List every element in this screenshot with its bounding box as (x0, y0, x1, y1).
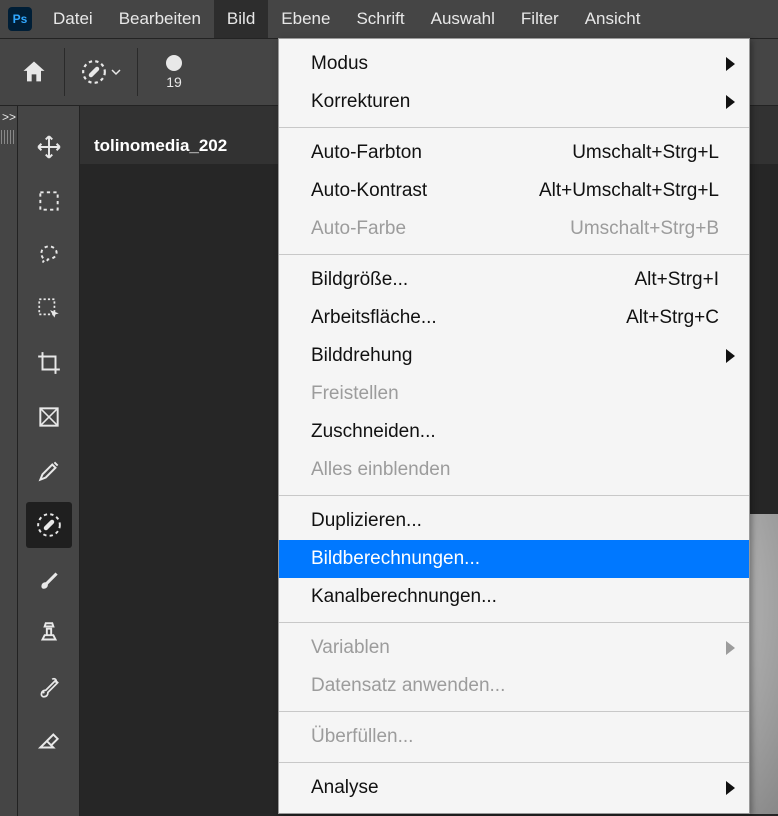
chevron-down-icon (111, 67, 121, 77)
menu-auswahl[interactable]: Auswahl (418, 0, 508, 38)
healing-brush-icon (81, 59, 107, 85)
menu-auto-kontrast[interactable]: Auto-KontrastAlt+Umschalt+Strg+L (279, 172, 749, 210)
brush-size-value: 19 (166, 74, 182, 90)
tool-palette (18, 106, 80, 816)
menu-analyse[interactable]: Analyse (279, 769, 749, 807)
separator (64, 48, 65, 96)
menu-zuschneiden[interactable]: Zuschneiden... (279, 413, 749, 451)
brush-preview-icon (166, 55, 182, 71)
document-tab-bar: tolinomedia_202 (80, 126, 241, 164)
expand-panels[interactable]: >> (0, 106, 17, 128)
menu-schrift[interactable]: Schrift (343, 0, 417, 38)
brush-tool[interactable] (26, 556, 72, 602)
menu-modus[interactable]: Modus (279, 45, 749, 83)
menu-korrekturen[interactable]: Korrekturen (279, 83, 749, 121)
menu-auto-farbe: Auto-FarbeUmschalt+Strg+B (279, 210, 749, 248)
bild-menu-dropdown: Modus Korrekturen Auto-FarbtonUmschalt+S… (278, 38, 750, 814)
document-tab[interactable]: tolinomedia_202 (80, 128, 241, 164)
app-logo: Ps (0, 0, 40, 38)
menu-freistellen: Freistellen (279, 375, 749, 413)
menu-alles-einblenden: Alles einblenden (279, 451, 749, 489)
clone-stamp-tool[interactable] (26, 610, 72, 656)
menu-duplizieren[interactable]: Duplizieren... (279, 502, 749, 540)
home-icon (20, 58, 48, 86)
crop-tool[interactable] (26, 340, 72, 386)
menu-bild[interactable]: Bild (214, 0, 268, 38)
eraser-tool[interactable] (26, 718, 72, 764)
healing-brush-tool[interactable] (26, 502, 72, 548)
menu-bildgroesse[interactable]: Bildgröße...Alt+Strg+I (279, 261, 749, 299)
marquee-tool[interactable] (26, 178, 72, 224)
menu-arbeitsflaeche[interactable]: Arbeitsfläche...Alt+Strg+C (279, 299, 749, 337)
menu-bilddrehung[interactable]: Bilddrehung (279, 337, 749, 375)
history-brush-tool[interactable] (26, 664, 72, 710)
lasso-tool[interactable] (26, 232, 72, 278)
separator (137, 48, 138, 96)
menu-bildberechnungen[interactable]: Bildberechnungen... (279, 540, 749, 578)
menu-filter[interactable]: Filter (508, 0, 572, 38)
menu-auto-farbton[interactable]: Auto-FarbtonUmschalt+Strg+L (279, 134, 749, 172)
menu-variablen: Variablen (279, 629, 749, 667)
brush-size-picker[interactable]: 19 (166, 55, 182, 90)
ruler-ticks (1, 130, 16, 144)
logo-badge: Ps (8, 7, 32, 31)
menu-ueberfuellen: Überfüllen... (279, 718, 749, 756)
menu-datensatz-anwenden: Datensatz anwenden... (279, 667, 749, 705)
object-select-tool[interactable] (26, 286, 72, 332)
menu-ansicht[interactable]: Ansicht (572, 0, 654, 38)
menu-kanalberechnungen[interactable]: Kanalberechnungen... (279, 578, 749, 616)
move-tool[interactable] (26, 124, 72, 170)
frame-tool[interactable] (26, 394, 72, 440)
tool-preset-picker[interactable] (71, 50, 131, 94)
menubar: Ps Datei Bearbeiten Bild Ebene Schrift A… (0, 0, 778, 38)
menu-datei[interactable]: Datei (40, 0, 106, 38)
eyedropper-tool[interactable] (26, 448, 72, 494)
home-button[interactable] (10, 48, 58, 96)
menu-bearbeiten[interactable]: Bearbeiten (106, 0, 214, 38)
ruler-strip: >> (0, 106, 18, 816)
menu-ebene[interactable]: Ebene (268, 0, 343, 38)
